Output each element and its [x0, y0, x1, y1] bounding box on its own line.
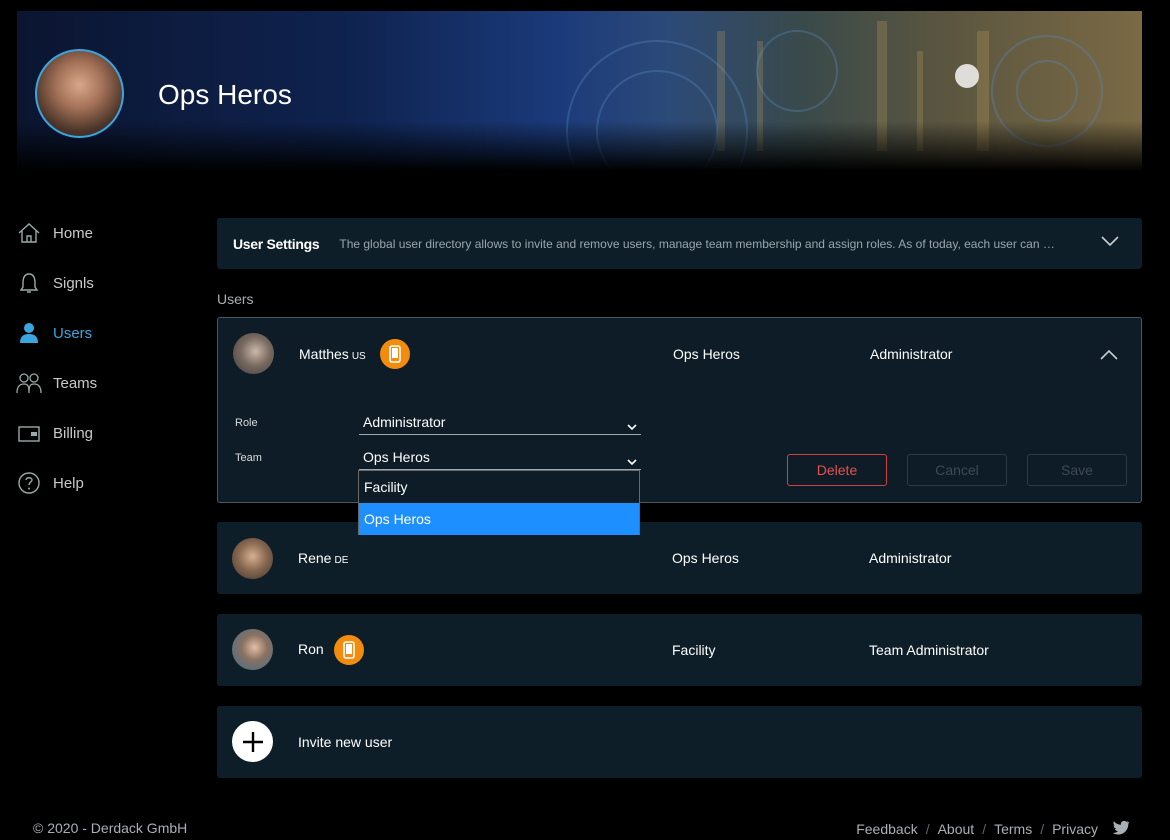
user-role: Administrator	[870, 346, 953, 362]
plus-icon[interactable]	[232, 721, 273, 762]
page-title: Ops Heros	[158, 79, 292, 110]
chevron-down-icon	[627, 418, 637, 434]
team-label: Team	[235, 452, 262, 464]
user-role: Team Administrator	[869, 642, 989, 658]
terms-link[interactable]: Terms	[994, 821, 1032, 837]
chevron-down-icon	[627, 453, 637, 469]
chevron-up-icon[interactable]	[1099, 348, 1119, 367]
settings-title: User Settings	[233, 235, 320, 252]
user-name: Rene DE	[298, 550, 349, 566]
role-label: Role	[235, 417, 258, 429]
wallet-icon	[16, 420, 42, 446]
sidebar-item-label: Home	[53, 224, 94, 242]
invite-user-card[interactable]: Invite new user	[217, 706, 1142, 778]
save-button[interactable]: Save	[1027, 454, 1127, 486]
avatar	[232, 629, 273, 670]
invite-label: Invite new user	[298, 734, 393, 750]
teams-icon	[16, 370, 42, 396]
team-dropdown-list[interactable]: Facility Ops Heros	[358, 470, 640, 535]
delete-button[interactable]: Delete	[787, 454, 887, 486]
about-link[interactable]: About	[938, 821, 975, 837]
team-option-facility[interactable]: Facility	[359, 471, 639, 503]
user-card-matthes[interactable]: Matthes US Ops Heros Administrator Role A…	[217, 317, 1142, 503]
home-icon	[16, 220, 42, 246]
privacy-link[interactable]: Privacy	[1052, 821, 1098, 837]
sidebar-item-label: Users	[53, 324, 93, 342]
sidebar-item-teams[interactable]: Teams	[16, 358, 196, 408]
twitter-icon[interactable]	[1112, 820, 1130, 838]
users-section-label: Users	[217, 291, 254, 307]
user-team: Ops Heros	[672, 550, 739, 566]
avatar	[233, 333, 274, 374]
chevron-down-icon[interactable]	[1100, 234, 1120, 253]
mobile-icon	[334, 635, 364, 665]
sidebar-item-label: Signls	[53, 274, 94, 292]
team-option-ops-heros[interactable]: Ops Heros	[359, 503, 639, 535]
sidebar-item-help[interactable]: Help	[16, 458, 196, 508]
sidebar-item-signls[interactable]: Signls	[16, 258, 196, 308]
team-avatar[interactable]	[35, 49, 124, 138]
team-select[interactable]: Ops Heros	[359, 446, 641, 470]
banner-fade	[17, 121, 1142, 171]
settings-description: The global user directory allows to invi…	[339, 236, 1055, 251]
footer-copyright: © 2020 - Derdack GmbH	[33, 820, 188, 836]
user-settings-bar[interactable]: User Settings The global user directory …	[217, 218, 1142, 269]
user-icon	[16, 320, 42, 346]
sidebar-item-label: Teams	[53, 374, 98, 392]
user-team: Ops Heros	[673, 346, 740, 362]
user-card-rene[interactable]: Rene DE Ops Heros Administrator	[217, 522, 1142, 594]
user-name: Matthes US	[299, 346, 366, 362]
sidebar-item-label: Help	[53, 474, 84, 492]
help-icon	[16, 470, 42, 496]
footer-links: Feedback / About / Terms / Privacy	[856, 820, 1130, 838]
mobile-icon	[380, 339, 410, 369]
user-role: Administrator	[869, 550, 952, 566]
cancel-button[interactable]: Cancel	[907, 454, 1007, 486]
user-name: Ron	[298, 641, 324, 657]
sidebar-item-home[interactable]: Home	[16, 208, 196, 258]
user-team: Facility	[672, 642, 716, 658]
sidebar: Home Signls Users Teams Billing Help	[16, 208, 196, 508]
feedback-link[interactable]: Feedback	[856, 821, 917, 837]
role-select[interactable]: Administrator	[359, 411, 641, 435]
sidebar-item-billing[interactable]: Billing	[16, 408, 196, 458]
sidebar-item-label: Billing	[53, 424, 94, 442]
bell-icon	[16, 270, 42, 296]
sidebar-item-users[interactable]: Users	[16, 308, 196, 358]
user-card-ron[interactable]: Ron Facility Team Administrator	[217, 614, 1142, 686]
avatar	[232, 538, 273, 579]
